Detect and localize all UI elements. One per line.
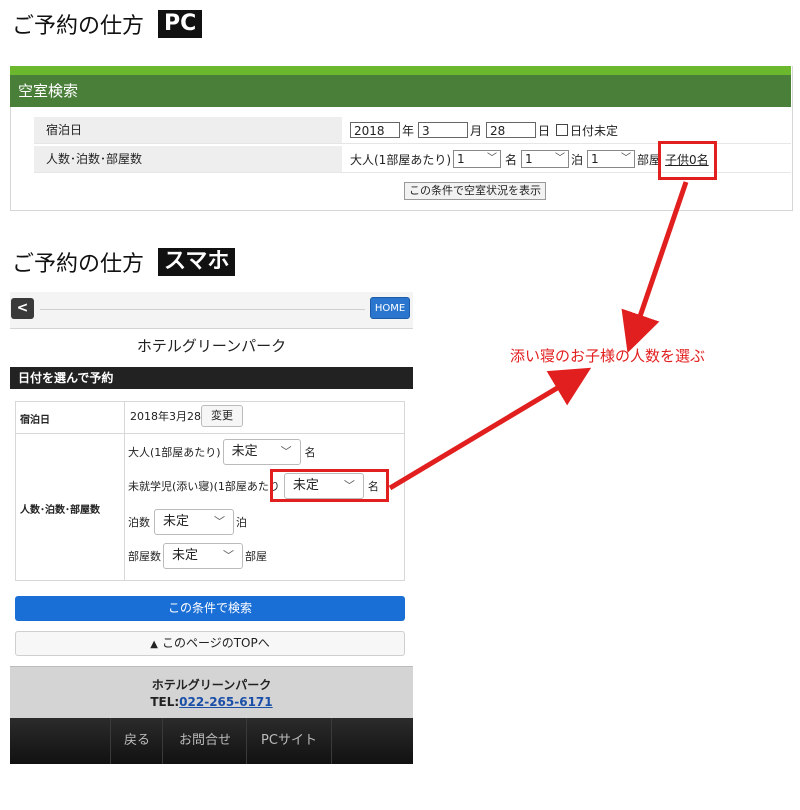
- arrow-up-icon: [388, 367, 592, 491]
- arrow-down-icon: [621, 181, 689, 353]
- annotation-arrows: [388, 181, 689, 491]
- annotation-text: 添い寝のお子様の人数を選ぶ: [510, 347, 706, 365]
